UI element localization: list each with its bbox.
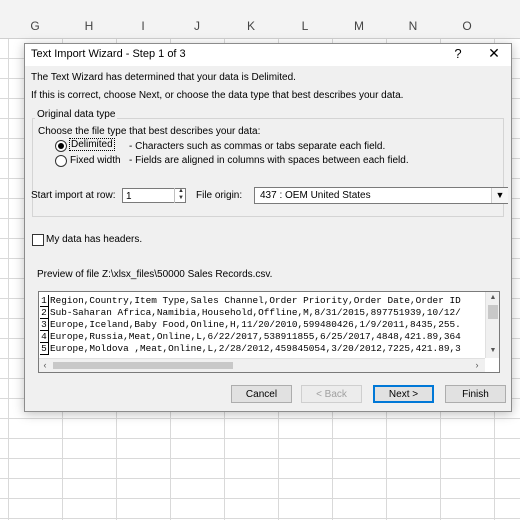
preview-row-text: Region,Country,Item Type,Sales Channel,O…	[50, 295, 461, 306]
preview-row-text: Europe,Russia,Meat,Online,L,6/22/2017,53…	[50, 331, 461, 342]
scroll-down-icon[interactable]: ▼	[486, 347, 499, 354]
cancel-button[interactable]: Cancel	[231, 385, 292, 403]
group-title: Original data type	[35, 109, 118, 120]
back-button[interactable]: < Back	[301, 385, 362, 403]
preview-row: 4 Europe,Russia,Meat,Online,L,6/22/2017,5…	[40, 331, 461, 343]
preview-row-number: 5	[40, 343, 49, 355]
scroll-up-icon[interactable]: ▲	[486, 294, 499, 301]
column-header-bar: G H I J K L M N O	[0, 0, 520, 39]
delimited-label-text: Delimited	[69, 138, 115, 151]
file-origin-select[interactable]: 437 : OEM United States	[254, 187, 508, 204]
column-header[interactable]: K	[224, 19, 278, 33]
scroll-left-icon[interactable]: ‹	[39, 359, 51, 372]
start-row-label: Start import at row:	[31, 190, 116, 201]
scroll-right-icon[interactable]: ›	[471, 359, 483, 372]
preview-row-text: Sub-Saharan Africa,Namibia,Household,Off…	[50, 307, 461, 318]
file-origin-label: File origin:	[196, 190, 243, 201]
text-import-wizard-dialog: Text Import Wizard - Step 1 of 3 ? ✕ The…	[24, 43, 512, 412]
preview-row-number: 1	[40, 295, 49, 307]
column-header[interactable]: H	[62, 19, 116, 33]
preview-label: Preview of file Z:\xlsx_files\50000 Sale…	[37, 269, 273, 280]
preview-row-number: 2	[40, 307, 49, 319]
intro-text-1: The Text Wizard has determined that your…	[31, 72, 296, 83]
preview-row-text: Europe,Moldova ,Meat,Online,L,2/28/2012,…	[50, 343, 461, 354]
headers-checkbox[interactable]	[32, 234, 44, 246]
preview-row-number: 3	[40, 319, 49, 331]
finish-button[interactable]: Finish	[445, 385, 506, 403]
fixed-width-label[interactable]: Fixed width	[70, 155, 121, 166]
column-header[interactable]: L	[278, 19, 332, 33]
spin-up-icon[interactable]: ▲	[175, 188, 187, 195]
vertical-scrollbar[interactable]: ▲ ▼	[485, 292, 499, 358]
horizontal-scrollbar[interactable]: ‹ ›	[39, 358, 485, 372]
choose-file-type-label: Choose the file type that best describes…	[38, 126, 261, 137]
delimited-label[interactable]: Delimited	[69, 138, 115, 151]
vertical-scroll-thumb[interactable]	[488, 305, 498, 319]
chevron-down-icon[interactable]: ▼	[491, 188, 508, 203]
column-header[interactable]: G	[8, 19, 62, 33]
preview-row: 3 Europe,Iceland,Baby Food,Online,H,11/20…	[40, 319, 461, 331]
intro-text-2: If this is correct, choose Next, or choo…	[31, 90, 404, 101]
close-icon[interactable]: ✕	[486, 45, 502, 62]
preview-row: 5 Europe,Moldova ,Meat,Online,L,2/28/2012…	[40, 343, 461, 355]
delimited-description: - Characters such as commas or tabs sepa…	[129, 141, 386, 152]
help-button[interactable]: ?	[450, 46, 466, 61]
column-header[interactable]: N	[386, 19, 440, 33]
spin-down-icon[interactable]: ▼	[175, 195, 187, 202]
horizontal-scroll-thumb[interactable]	[53, 362, 233, 369]
fixed-width-radio[interactable]	[55, 155, 67, 167]
headers-label[interactable]: My data has headers.	[46, 234, 142, 245]
dialog-titlebar: Text Import Wizard - Step 1 of 3 ? ✕	[25, 44, 511, 66]
next-button[interactable]: Next >	[373, 385, 434, 403]
column-header[interactable]: J	[170, 19, 224, 33]
column-header[interactable]: I	[116, 19, 170, 33]
column-header[interactable]: O	[440, 19, 494, 33]
preview-row: 1 Region,Country,Item Type,Sales Channel,…	[40, 295, 461, 307]
fixed-width-description: - Fields are aligned in columns with spa…	[129, 155, 409, 166]
column-header[interactable]: M	[332, 19, 386, 33]
preview-row-number: 4	[40, 331, 49, 343]
preview-row-text: Europe,Iceland,Baby Food,Online,H,11/20/…	[50, 319, 461, 330]
dialog-title: Text Import Wizard - Step 1 of 3	[31, 48, 186, 60]
file-preview[interactable]: 1 Region,Country,Item Type,Sales Channel,…	[38, 291, 500, 373]
preview-row: 2 Sub-Saharan Africa,Namibia,Household,Of…	[40, 307, 461, 319]
delimited-radio[interactable]	[55, 140, 67, 152]
start-row-spinner[interactable]: ▲ ▼	[174, 188, 187, 203]
